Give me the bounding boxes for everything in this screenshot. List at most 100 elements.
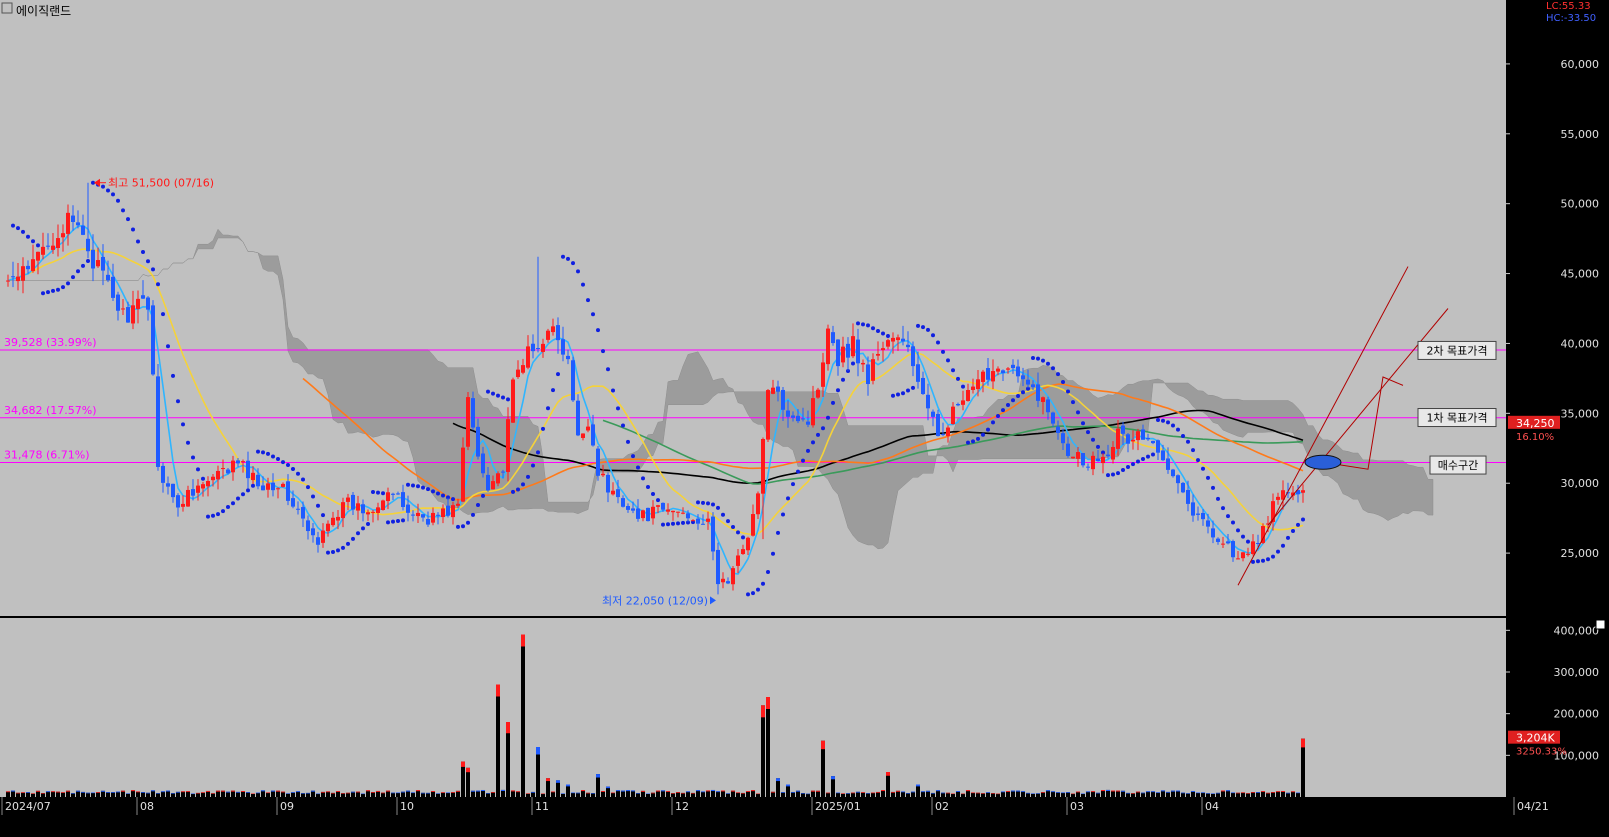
volume-bar-cap <box>876 791 880 793</box>
volume-bar-cap <box>1286 792 1290 794</box>
psar-dot <box>41 291 45 296</box>
volume-bar-cap <box>121 790 125 792</box>
candle-body <box>1301 490 1305 493</box>
psar-dot <box>466 520 470 525</box>
volume-bar-cap <box>466 767 470 773</box>
volume-bar <box>766 697 770 797</box>
psar-dot <box>1221 506 1225 511</box>
psar-dot <box>256 449 260 454</box>
psar-dot <box>111 192 115 197</box>
psar-dot <box>721 512 725 517</box>
candle-body <box>31 259 35 272</box>
psar-dot <box>271 454 275 459</box>
volume-bar-cap <box>76 790 80 792</box>
psar-dot <box>931 333 935 338</box>
psar-dot <box>541 426 545 431</box>
candle-body <box>451 505 455 518</box>
candle-body <box>796 415 800 422</box>
target-label-0: 2차 목표가격 <box>1426 344 1487 357</box>
candle-body <box>1156 440 1160 453</box>
candle-body <box>276 488 280 490</box>
candle-body <box>816 389 820 398</box>
candle-body <box>611 490 615 495</box>
psar-dot <box>1271 554 1275 559</box>
time-tick-label: 03 <box>1070 800 1084 813</box>
volume-bar-cap <box>961 793 965 795</box>
candle-body <box>6 280 10 282</box>
psar-dot <box>506 397 510 402</box>
psar-dot <box>1056 372 1060 377</box>
candle-body <box>506 419 510 472</box>
psar-dot <box>291 467 295 472</box>
volume-bar-cap <box>351 791 355 793</box>
volume-bar-cap <box>181 791 185 793</box>
volume-bar-cap <box>611 792 615 794</box>
psar-dot <box>1296 522 1300 527</box>
candle-body <box>891 337 895 342</box>
candle-body <box>1081 453 1085 466</box>
volume-bar-cap <box>1186 793 1190 794</box>
volume-bar-cap <box>1076 791 1080 793</box>
candle-body <box>1101 456 1105 464</box>
candle-body <box>766 390 770 440</box>
candle-body <box>126 307 130 323</box>
candle-body <box>971 386 975 390</box>
price-tick-label: 55,000 <box>1561 128 1600 141</box>
candle-body <box>661 502 665 510</box>
volume-bar-cap <box>581 790 585 792</box>
candle-body <box>11 276 15 278</box>
volume-bar-cap <box>901 791 905 793</box>
psar-dot <box>921 325 925 330</box>
candle-body <box>1001 370 1005 374</box>
psar-dot <box>511 489 515 494</box>
psar-dot <box>1046 361 1050 366</box>
volume-bar-cap <box>1191 790 1195 792</box>
psar-dot <box>1111 472 1115 477</box>
candle-body <box>541 343 545 352</box>
psar-dot <box>266 451 270 456</box>
volume-bar-cap <box>731 790 735 792</box>
candle-body <box>956 404 960 406</box>
candle-body <box>346 497 350 502</box>
psar-dot <box>81 263 85 268</box>
volume-bar-cap <box>141 792 145 793</box>
psar-dot <box>1031 355 1035 360</box>
volume-bar-cap <box>806 793 810 795</box>
candle-body <box>86 238 90 252</box>
psar-dot <box>126 217 130 222</box>
volume-bar-cap <box>31 793 35 794</box>
psar-dot <box>171 373 175 378</box>
candle-body <box>926 394 930 409</box>
psar-dot <box>121 208 125 213</box>
volume-bar-cap <box>21 792 25 794</box>
volume-bar-cap <box>566 784 570 787</box>
candle-body <box>901 338 905 342</box>
candle-body <box>731 568 735 585</box>
psar-dot <box>1051 366 1055 371</box>
target-label-1: 1차 목표가격 <box>1426 412 1487 425</box>
candle-body <box>376 507 380 513</box>
volume-bar-cap <box>66 790 70 792</box>
psar-dot <box>781 512 785 517</box>
candle-body <box>651 506 655 519</box>
volume-bar-cap <box>476 790 480 792</box>
psar-dot <box>1181 434 1185 439</box>
psar-dot <box>331 549 335 554</box>
volume-bar-cap <box>1266 792 1270 794</box>
candle-body <box>846 343 850 358</box>
candle-body <box>1011 364 1015 369</box>
volume-bar-cap <box>96 792 100 793</box>
psar-dot <box>281 460 285 465</box>
volume-bar-cap <box>411 792 415 794</box>
psar-dot <box>286 463 290 468</box>
psar-dot <box>851 361 855 366</box>
psar-dot <box>346 541 350 546</box>
volume-bar-cap <box>656 790 660 792</box>
psar-dot <box>1086 430 1090 435</box>
volume-bar-cap <box>1106 789 1110 791</box>
psar-dot <box>1166 420 1170 425</box>
volume-bar-cap <box>796 790 800 792</box>
volume-bar-cap <box>491 792 495 793</box>
candle-body <box>586 426 590 431</box>
volume-bar-cap <box>736 792 740 794</box>
